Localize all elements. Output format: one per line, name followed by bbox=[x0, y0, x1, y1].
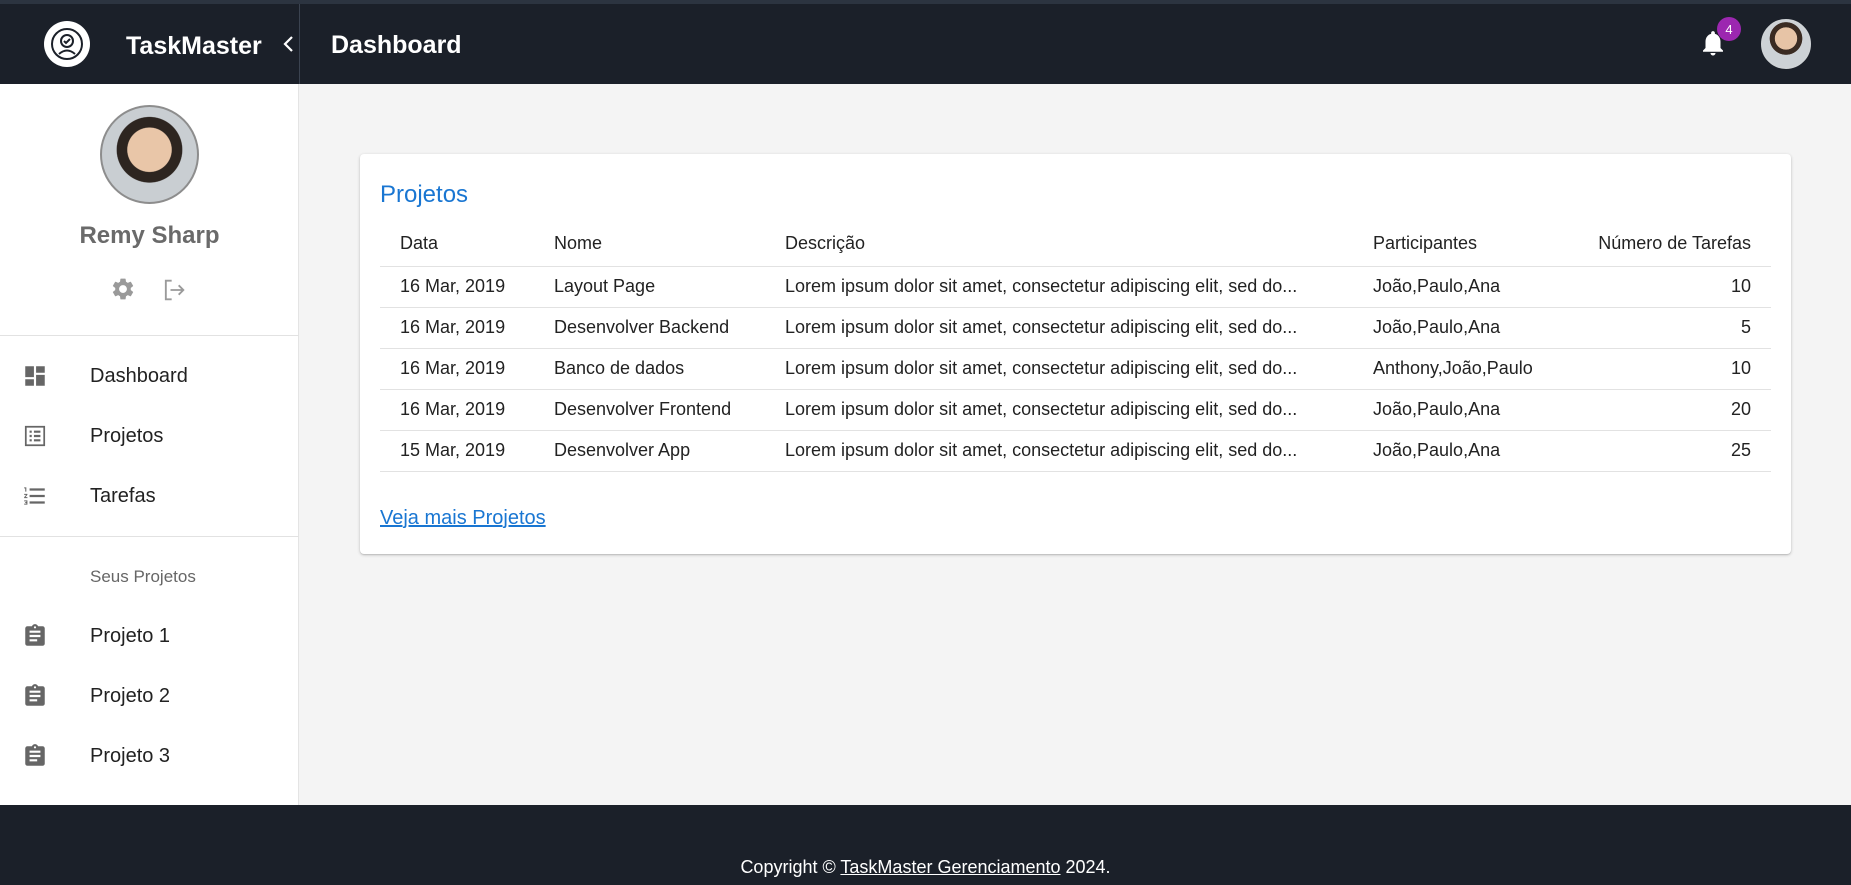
brand-bar: TaskMaster bbox=[0, 4, 299, 84]
more-projects-link[interactable]: Veja mais Projetos bbox=[380, 507, 546, 530]
copyright-suffix: 2024. bbox=[1060, 857, 1111, 877]
sidebar-item-label: Projeto 2 bbox=[90, 684, 171, 707]
cell-date: 15 Mar, 2019 bbox=[380, 430, 534, 472]
cell-tasks: 5 bbox=[1578, 307, 1771, 349]
cell-tasks: 20 bbox=[1578, 389, 1771, 431]
cell-name: Desenvolver App bbox=[534, 430, 765, 472]
column-header-data: Data bbox=[380, 222, 534, 267]
taskmaster-logo-icon bbox=[44, 21, 90, 67]
cell-participants: João,Paulo,Ana bbox=[1353, 266, 1578, 308]
notification-badge: 4 bbox=[1717, 17, 1741, 41]
format-list-numbered-icon bbox=[22, 483, 48, 509]
sidebar: Remy Sharp Dashboard Projetos Tarefas Se… bbox=[0, 84, 299, 805]
section-label-seus-projetos: Seus Projetos bbox=[90, 567, 196, 586]
column-header-nome: Nome bbox=[534, 222, 765, 267]
profile-avatar bbox=[100, 105, 199, 204]
user-avatar[interactable] bbox=[1761, 19, 1811, 69]
sidebar-item-projeto-2[interactable]: Projeto 2 bbox=[0, 667, 299, 725]
projects-table: Data Nome Descrição Participantes Número… bbox=[380, 222, 1771, 472]
projects-card: Projetos Data Nome Descrição Participant… bbox=[360, 154, 1791, 554]
table-row[interactable]: 16 Mar, 2019 Banco de dados Lorem ipsum … bbox=[380, 348, 1771, 390]
cell-date: 16 Mar, 2019 bbox=[380, 348, 534, 390]
cell-tasks: 10 bbox=[1578, 266, 1771, 308]
collapse-sidebar-icon[interactable] bbox=[280, 32, 296, 56]
table-row[interactable]: 16 Mar, 2019 Desenvolver Backend Lorem i… bbox=[380, 307, 1771, 349]
table-header-row: Data Nome Descrição Participantes Número… bbox=[380, 222, 1771, 267]
sidebar-item-label: Projeto 1 bbox=[90, 624, 171, 647]
sidebar-item-label: Dashboard bbox=[90, 364, 188, 387]
cell-description: Lorem ipsum dolor sit amet, consectetur … bbox=[765, 266, 1353, 308]
brand-title: TaskMaster bbox=[126, 32, 262, 60]
assignment-icon bbox=[22, 623, 48, 649]
card-title: Projetos bbox=[380, 181, 469, 208]
cell-date: 16 Mar, 2019 bbox=[380, 266, 534, 308]
cell-name: Desenvolver Backend bbox=[534, 307, 765, 349]
app-bar: Dashboard bbox=[299, 4, 1851, 84]
cell-date: 16 Mar, 2019 bbox=[380, 389, 534, 431]
list-alt-icon bbox=[22, 423, 48, 449]
sidebar-item-projetos[interactable]: Projetos bbox=[0, 407, 299, 465]
cell-date: 16 Mar, 2019 bbox=[380, 307, 534, 349]
page-title: Dashboard bbox=[331, 31, 462, 59]
cell-description: Lorem ipsum dolor sit amet, consectetur … bbox=[765, 430, 1353, 472]
cell-name: Desenvolver Frontend bbox=[534, 389, 765, 431]
assignment-icon bbox=[22, 683, 48, 709]
cell-description: Lorem ipsum dolor sit amet, consectetur … bbox=[765, 348, 1353, 390]
sidebar-item-label: Projeto 3 bbox=[90, 744, 171, 767]
sidebar-item-label: Tarefas bbox=[90, 484, 156, 507]
sidebar-divider bbox=[0, 335, 299, 336]
cell-participants: João,Paulo,Ana bbox=[1353, 307, 1578, 349]
cell-participants: João,Paulo,Ana bbox=[1353, 389, 1578, 431]
footer: Copyright © TaskMaster Gerenciamento 202… bbox=[0, 805, 1851, 885]
assignment-icon bbox=[22, 743, 48, 769]
cell-description: Lorem ipsum dolor sit amet, consectetur … bbox=[765, 389, 1353, 431]
settings-gear-icon[interactable] bbox=[110, 276, 138, 304]
dashboard-icon bbox=[22, 363, 48, 389]
footer-link[interactable]: TaskMaster Gerenciamento bbox=[840, 857, 1060, 877]
table-row[interactable]: 15 Mar, 2019 Desenvolver App Lorem ipsum… bbox=[380, 430, 1771, 472]
table-row[interactable]: 16 Mar, 2019 Layout Page Lorem ipsum dol… bbox=[380, 266, 1771, 308]
column-header-descricao: Descrição bbox=[765, 222, 1353, 267]
logout-icon[interactable] bbox=[160, 276, 188, 304]
profile-name: Remy Sharp bbox=[79, 222, 220, 249]
cell-tasks: 10 bbox=[1578, 348, 1771, 390]
sidebar-item-projeto-1[interactable]: Projeto 1 bbox=[0, 607, 299, 665]
cell-name: Banco de dados bbox=[534, 348, 765, 390]
cell-name: Layout Page bbox=[534, 266, 765, 308]
cell-participants: Anthony,João,Paulo bbox=[1353, 348, 1578, 390]
table-row[interactable]: 16 Mar, 2019 Desenvolver Frontend Lorem … bbox=[380, 389, 1771, 431]
column-header-participantes: Participantes bbox=[1353, 222, 1578, 267]
cell-description: Lorem ipsum dolor sit amet, consectetur … bbox=[765, 307, 1353, 349]
sidebar-item-projeto-3[interactable]: Projeto 3 bbox=[0, 727, 299, 785]
column-header-numero-tarefas: Número de Tarefas bbox=[1578, 222, 1771, 267]
copyright: Copyright © TaskMaster Gerenciamento 202… bbox=[0, 857, 1851, 878]
cell-participants: João,Paulo,Ana bbox=[1353, 430, 1578, 472]
profile-actions bbox=[110, 276, 190, 306]
sidebar-item-dashboard[interactable]: Dashboard bbox=[0, 347, 299, 405]
sidebar-divider bbox=[0, 536, 299, 537]
cell-tasks: 25 bbox=[1578, 430, 1771, 472]
sidebar-item-label: Projetos bbox=[90, 424, 164, 447]
copyright-prefix: Copyright © bbox=[740, 857, 841, 877]
sidebar-item-tarefas[interactable]: Tarefas bbox=[0, 467, 299, 525]
